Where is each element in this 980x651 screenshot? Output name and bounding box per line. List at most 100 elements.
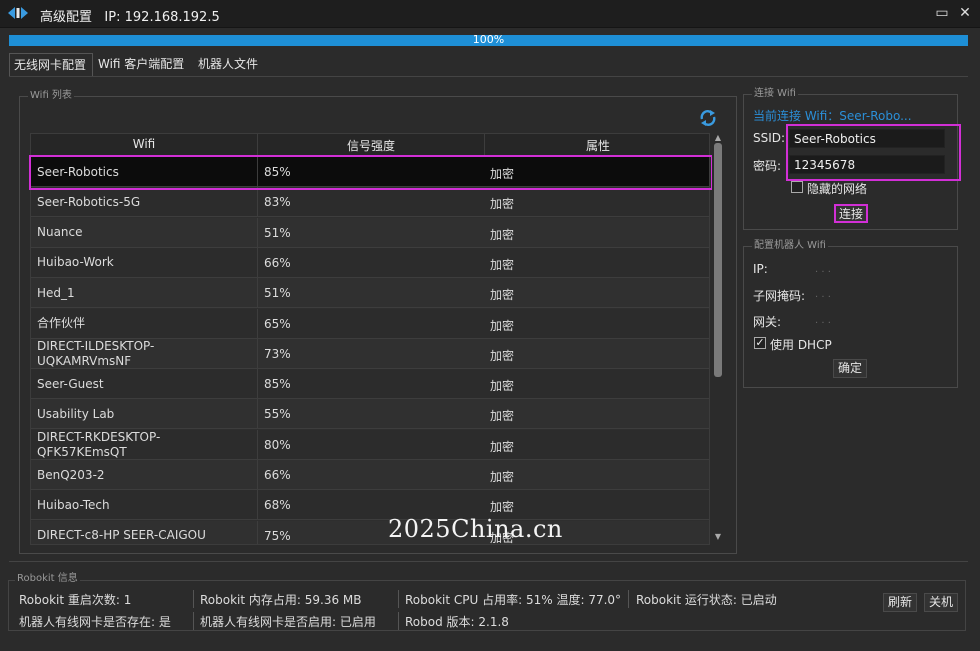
wifi-ssid-cell: Nuance (37, 225, 83, 240)
wifi-ssid-cell: Huibao-Tech (37, 497, 110, 512)
wifi-ssid-cell: Seer-Robotics (37, 164, 119, 179)
column-header-attribute[interactable]: 属性 (485, 137, 709, 154)
attribute-cell: 加密 (490, 379, 515, 394)
progress-bar: 100% (9, 34, 968, 46)
wired-nic-exists: 机器人有线网卡是否存在: 是 (19, 615, 171, 629)
table-row[interactable]: Seer-Robotics-5G 83% 加密 (31, 187, 709, 218)
refresh-button[interactable]: 刷新 (883, 593, 917, 612)
divider (193, 612, 194, 630)
run-status: Robokit 运行状态: 已启动 (636, 593, 777, 607)
tab-robot-files[interactable]: 机器人文件 (194, 53, 266, 77)
table-row[interactable]: Nuance 51% 加密 (31, 217, 709, 248)
tab-wifi-client-config[interactable]: Wifi 客户端配置 (94, 53, 192, 77)
wired-nic-enabled: 机器人有线网卡是否启用: 已启用 (200, 615, 376, 629)
subnet-mask-label: 子网掩码: (753, 289, 806, 303)
dhcp-checkbox[interactable]: ✓ (754, 337, 766, 349)
close-icon[interactable]: ✕ (956, 4, 974, 22)
table-row[interactable]: Usability Lab 55% 加密 (31, 399, 709, 430)
scroll-down-icon[interactable]: ▼ (713, 533, 723, 541)
signal-strength-cell: 55% (264, 407, 291, 422)
cpu-usage: Robokit CPU 占用率: 51% 温度: 77.0° (405, 593, 622, 607)
scrollbar-thumb[interactable] (714, 143, 722, 377)
table-row[interactable]: DIRECT-c8-HP SEER-CAIGOU 75% 加密 (31, 520, 709, 544)
attribute-cell: 加密 (490, 439, 515, 454)
maximize-icon[interactable]: ▭ (933, 4, 951, 22)
ssid-input[interactable]: Seer-Robotics (789, 129, 945, 148)
signal-strength-cell: 65% (264, 316, 291, 331)
shutdown-button[interactable]: 关机 (924, 593, 958, 612)
column-header-signal[interactable]: 信号强度 (258, 137, 484, 154)
column-divider (257, 308, 258, 339)
column-divider (257, 217, 258, 248)
connect-wifi-title: 连接 Wifi (752, 87, 798, 101)
attribute-cell: 加密 (490, 227, 515, 242)
divider (398, 590, 399, 608)
robot-ip-label: IP: (753, 262, 768, 276)
table-row[interactable]: BenQ203-2 66% 加密 (31, 460, 709, 490)
column-divider (257, 399, 258, 430)
wifi-ssid-cell: DIRECT-c8-HP SEER-CAIGOU (37, 528, 206, 543)
attribute-cell: 加密 (490, 167, 515, 181)
wifi-ssid-cell: DIRECT-ILDESKTOP- UQKAMRVmsNF (37, 338, 155, 368)
gateway-input[interactable]: . . . (815, 315, 831, 326)
wifi-ssid-cell: Huibao-Work (37, 255, 114, 270)
wifi-ssid-cell: Hed_1 (37, 285, 75, 300)
divider (628, 590, 629, 608)
ok-button[interactable]: 确定 (833, 359, 867, 378)
table-row[interactable]: 合作伙伴 65% 加密 (31, 308, 709, 339)
attribute-cell: 加密 (490, 500, 515, 515)
column-divider (257, 490, 258, 521)
signal-strength-cell: 66% (264, 468, 291, 482)
tab-wireless-config[interactable]: 无线网卡配置 (9, 53, 93, 77)
gateway-label: 网关: (753, 315, 782, 329)
wifi-table: Wifi 信号强度 属性 Seer-Robotics 85% 加密 Seer-Robo… (30, 133, 710, 545)
wifi-ssid-cell: Seer-Robotics-5G (37, 194, 141, 209)
table-row[interactable]: Hed_1 51% 加密 (31, 278, 709, 309)
watermark: 2025China.cn (388, 515, 563, 543)
table-row[interactable]: Huibao-Work 66% 加密 (31, 247, 709, 278)
wifi-ssid-cell: Usability Lab (37, 406, 115, 421)
divider (193, 590, 194, 608)
ip-label: IP: (104, 10, 121, 25)
robod-version: Robod 版本: 2.1.8 (405, 615, 509, 629)
attribute-cell: 加密 (490, 257, 515, 272)
app-logo-icon (8, 7, 28, 19)
table-row[interactable]: DIRECT-RKDESKTOP- QFK57KEmsQT 80% 加密 (31, 429, 709, 460)
table-row[interactable]: Huibao-Tech 68% 加密 (31, 490, 709, 521)
signal-strength-cell: 80% (264, 437, 291, 452)
current-wifi-link[interactable]: 当前连接 Wifi：Seer-Robo... (753, 107, 912, 124)
robot-ip-input[interactable]: . . . (815, 264, 831, 275)
window-title: 高级配置 IP: 192.168.192.5 (40, 6, 220, 25)
hidden-network-label: 隐藏的网络 (807, 182, 868, 196)
memory-usage: Robokit 内存占用: 59.36 MB (200, 593, 362, 607)
table-row[interactable]: DIRECT-ILDESKTOP- UQKAMRVmsNF 73% 加密 (31, 338, 709, 369)
refresh-icon[interactable] (699, 110, 717, 126)
signal-strength-cell: 75% (264, 528, 291, 543)
scrollbar[interactable]: ▲ ▼ (712, 133, 724, 545)
scroll-up-icon[interactable]: ▲ (713, 134, 723, 142)
column-header-wifi[interactable]: Wifi (31, 137, 257, 151)
attribute-cell: 加密 (490, 470, 515, 484)
signal-strength-cell: 51% (264, 225, 291, 240)
attribute-cell: 加密 (490, 197, 515, 212)
password-label: 密码: (753, 159, 782, 173)
wifi-ssid-cell: 合作伙伴 (37, 316, 86, 330)
signal-strength-cell: 83% (264, 195, 291, 210)
password-input[interactable]: 12345678 (789, 155, 945, 174)
divider (398, 612, 399, 630)
wifi-list-title: Wifi 列表 (28, 89, 74, 103)
robokit-info-title: Robokit 信息 (15, 572, 80, 586)
column-divider (257, 187, 258, 218)
table-header: Wifi 信号强度 属性 (31, 134, 709, 156)
table-row[interactable]: Seer-Guest 85% 加密 (31, 369, 709, 400)
signal-strength-cell: 68% (264, 498, 291, 513)
robot-wifi-title: 配置机器人 Wifi (752, 239, 828, 253)
hidden-network-checkbox[interactable] (791, 181, 803, 193)
signal-strength-cell: 85% (264, 165, 291, 179)
attribute-cell: 加密 (490, 348, 515, 363)
title-bar: 高级配置 IP: 192.168.192.5 ▭ ✕ (0, 0, 980, 28)
connect-button[interactable]: 连接 (834, 204, 868, 223)
subnet-mask-input[interactable]: . . . (815, 289, 831, 300)
ssid-label: SSID: (753, 131, 786, 145)
table-row[interactable]: Seer-Robotics 85% 加密 (31, 157, 709, 187)
